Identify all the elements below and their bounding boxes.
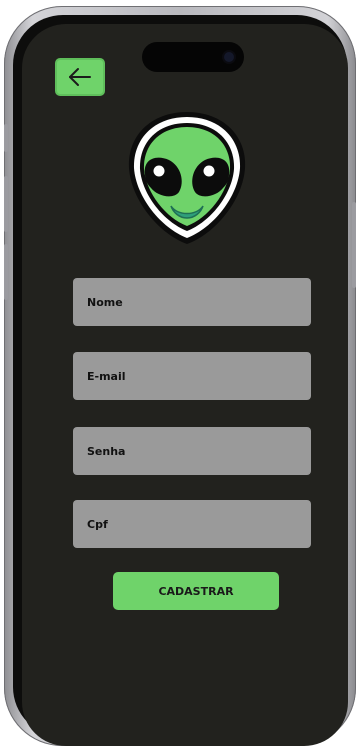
email-field[interactable]: E-mail [73, 352, 311, 400]
password-field[interactable]: Senha [73, 427, 311, 475]
action-button [4, 124, 8, 152]
power-button [352, 202, 356, 288]
alien-icon [128, 112, 246, 244]
phone-frame: Nome E-mail Senha Cpf CADASTRAR [4, 6, 356, 746]
arrow-left-icon [69, 68, 91, 86]
back-button[interactable] [55, 58, 105, 96]
cpf-field[interactable]: Cpf [73, 500, 311, 548]
register-button[interactable]: CADASTRAR [113, 572, 279, 610]
password-field-label: Senha [87, 444, 126, 458]
cpf-field-label: Cpf [87, 517, 108, 531]
volume-up-button [4, 176, 8, 232]
name-field[interactable]: Nome [73, 278, 311, 326]
email-field-label: E-mail [87, 369, 126, 383]
dynamic-island [142, 42, 244, 72]
app-screen: Nome E-mail Senha Cpf CADASTRAR [22, 24, 348, 746]
volume-down-button [4, 244, 8, 300]
camera-icon [224, 52, 234, 62]
name-field-label: Nome [87, 295, 123, 309]
